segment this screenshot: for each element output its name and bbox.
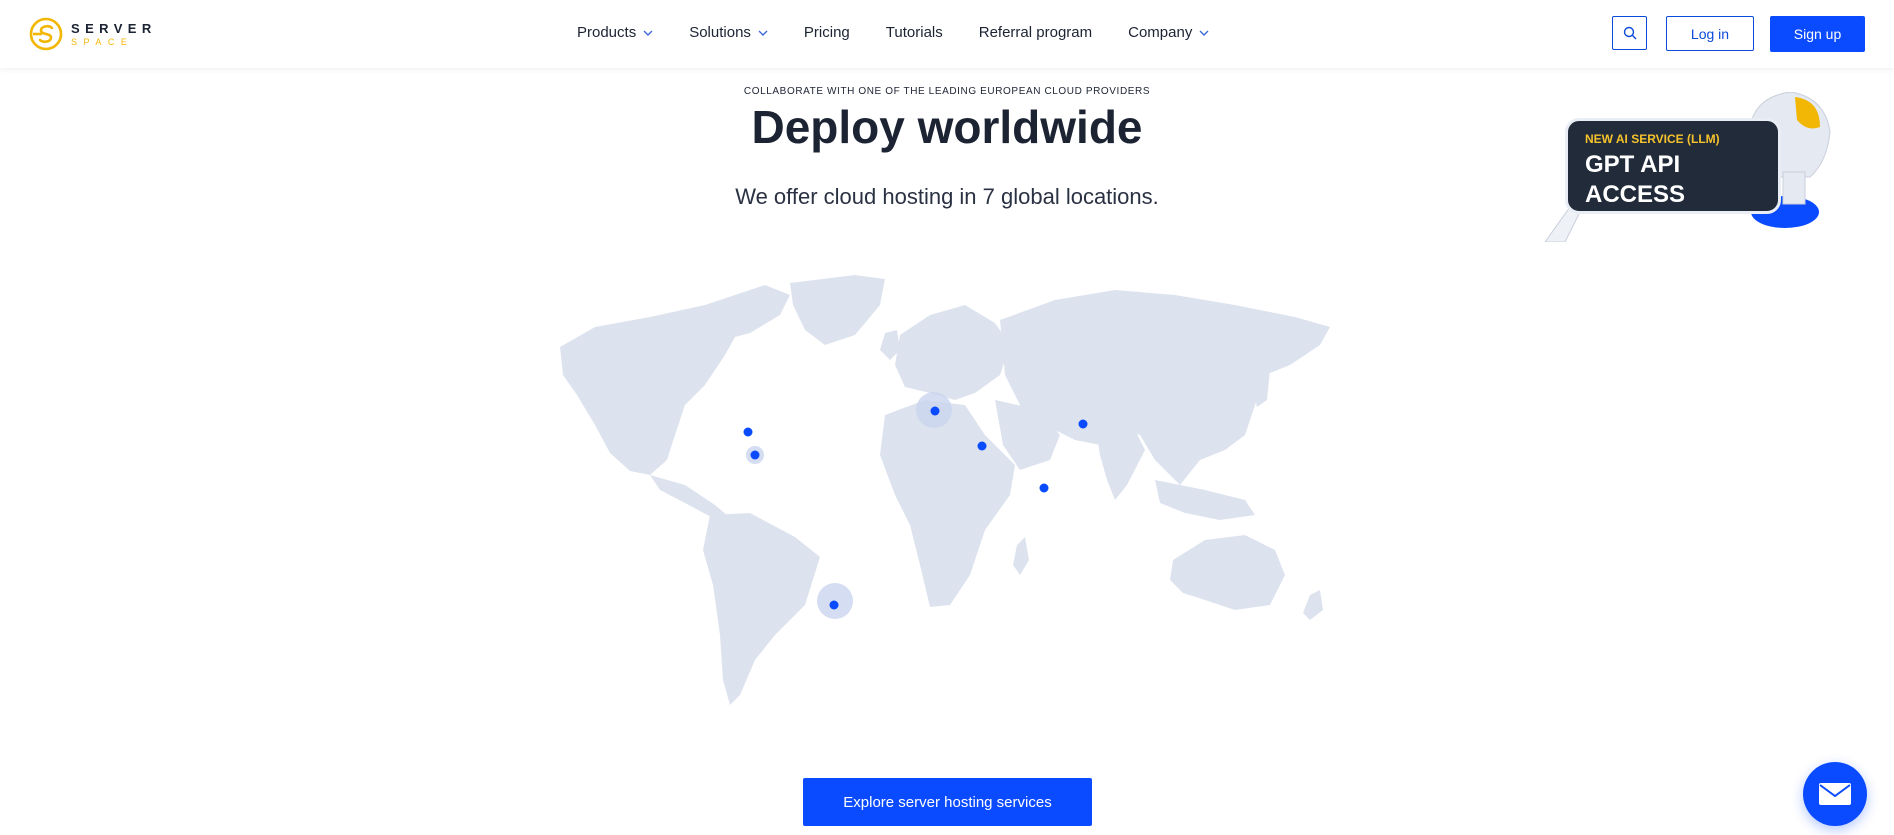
landmass-new-zealand [1303, 590, 1323, 620]
region-india [1095, 425, 1145, 500]
continent-africa [880, 400, 1015, 607]
continent-south-america [703, 513, 820, 705]
signup-button[interactable]: Sign up [1770, 16, 1865, 52]
location-dot-kazakhstan [1078, 419, 1088, 429]
promo-tag: NEW AI SERVICE (LLM) [1585, 132, 1720, 146]
nav-referral-program[interactable]: Referral program [979, 24, 1092, 41]
nav-company[interactable]: Company [1128, 24, 1209, 41]
location-dot-uae [1039, 483, 1049, 493]
search-icon [1623, 26, 1636, 40]
location-dot-us-north [743, 427, 753, 437]
site-header: SERVER SPACE Products Solutions Pricing … [0, 0, 1894, 68]
logo-mark-icon [29, 17, 63, 51]
nav-label: Solutions [689, 24, 751, 41]
world-map-graphic [560, 275, 1330, 705]
nav-pricing[interactable]: Pricing [804, 24, 850, 41]
chevron-down-icon [643, 30, 653, 36]
location-dot-turkey [977, 441, 987, 451]
serverspace-logo[interactable]: SERVER SPACE [29, 17, 159, 51]
landmass-madagascar [1013, 537, 1029, 575]
logo-word: SERVER [71, 21, 157, 36]
search-button[interactable] [1612, 16, 1647, 50]
mail-icon [1819, 783, 1851, 805]
login-button[interactable]: Log in [1666, 16, 1754, 51]
nav-label: Products [577, 24, 637, 41]
region-central-america [650, 475, 727, 518]
location-dot-us-east [750, 450, 760, 460]
continent-europe [895, 305, 1010, 400]
chevron-down-icon [758, 30, 768, 36]
chat-widget-button[interactable] [1803, 762, 1867, 826]
world-map [555, 275, 1345, 715]
location-dot-netherlands [930, 406, 940, 416]
nav-label: Tutorials [885, 24, 943, 41]
logo-sub: SPACE [71, 37, 134, 47]
gpt-api-promo-banner[interactable]: NEW AI SERVICE (LLM) GPT API ACCESS [1545, 92, 1835, 242]
continent-australia [1170, 535, 1285, 610]
nav-solutions[interactable]: Solutions [689, 24, 768, 41]
nav-label: Referral program [978, 24, 1093, 41]
main-nav: Products Solutions Pricing Tutorials Ref… [577, 24, 1245, 41]
region-southeast-asia [1155, 480, 1255, 520]
nav-label: Pricing [803, 24, 850, 41]
nav-tutorials[interactable]: Tutorials [886, 24, 943, 41]
landmass-greenland [790, 275, 885, 345]
promo-title: GPT API ACCESS [1585, 151, 1686, 208]
nav-products[interactable]: Products [577, 24, 653, 41]
nav-label: Company [1128, 24, 1193, 41]
explore-hosting-button[interactable]: Explore server hosting services [803, 778, 1092, 826]
location-dot-brazil [829, 600, 839, 610]
chevron-down-icon [1199, 30, 1209, 36]
